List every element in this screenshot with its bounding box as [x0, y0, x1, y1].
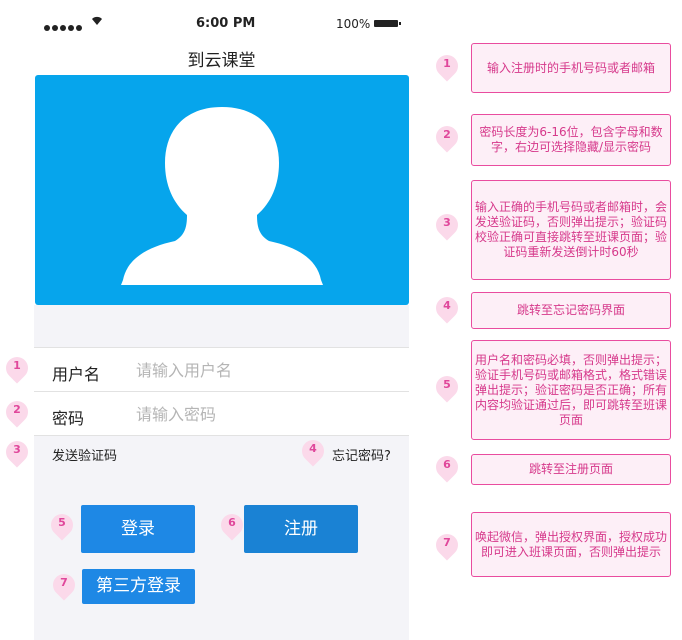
marker-pin: 7	[48, 569, 80, 604]
password-label: 密码	[52, 409, 85, 428]
battery-percent: 100%	[336, 17, 371, 31]
note-pin: 7	[431, 529, 463, 564]
annotation-note: 用户名和密码必填，否则弹出提示；验证手机号码或邮箱格式，格式错误弹出提示；验证密…	[471, 340, 671, 440]
divider	[34, 435, 409, 436]
marker-pin: 6	[216, 509, 248, 544]
note-pin: 6	[431, 451, 463, 486]
username-row: 用户名	[34, 347, 409, 392]
battery-icon	[374, 20, 398, 27]
annotation-note: 输入注册时的手机号码或者邮箱	[471, 43, 671, 93]
annotation-note: 唤起微信，弹出授权界面，授权成功即可进入班课页面，否则弹出提示	[471, 512, 671, 577]
marker-pin: 3	[1, 436, 33, 471]
annotation-note: 密码长度为6-16位，包含字母和数字，右边可选择隐藏/显示密码	[471, 114, 671, 166]
marker-pin: 5	[46, 509, 78, 544]
password-input[interactable]	[134, 399, 398, 429]
send-code-link[interactable]: 发送验证码	[52, 445, 117, 464]
register-button[interactable]: 注册	[244, 505, 358, 553]
password-row: 密码	[34, 391, 409, 436]
marker-pin: 1	[1, 352, 33, 387]
avatar-icon	[121, 107, 323, 285]
note-pin: 4	[431, 292, 463, 327]
status-bar: 6:00 PM 100%	[34, 10, 409, 38]
username-label: 用户名	[52, 365, 101, 384]
wifi-icon	[90, 14, 104, 29]
note-pin: 2	[431, 121, 463, 156]
third-party-login-button[interactable]: 第三方登录	[82, 569, 195, 604]
annotation-note: 输入正确的手机号码或者邮箱时，会发送验证码，否则弹出提示；验证码校验正确可直接跳…	[471, 180, 671, 280]
signal-icon	[44, 20, 84, 35]
battery-tip	[399, 22, 401, 25]
note-pin: 3	[431, 209, 463, 244]
note-pin: 1	[431, 50, 463, 85]
note-pin: 5	[431, 371, 463, 406]
marker-pin: 4	[297, 435, 329, 470]
app-title: 到云课堂	[187, 51, 256, 71]
forgot-password-link[interactable]: 忘记密码?	[332, 445, 391, 464]
status-time: 6:00 PM	[196, 16, 256, 31]
annotation-note: 跳转至注册页面	[471, 454, 671, 485]
annotation-note: 跳转至忘记密码界面	[471, 292, 671, 329]
username-input[interactable]	[134, 355, 398, 385]
avatar-banner	[35, 75, 409, 305]
login-button[interactable]: 登录	[81, 505, 195, 553]
marker-pin: 2	[1, 396, 33, 431]
